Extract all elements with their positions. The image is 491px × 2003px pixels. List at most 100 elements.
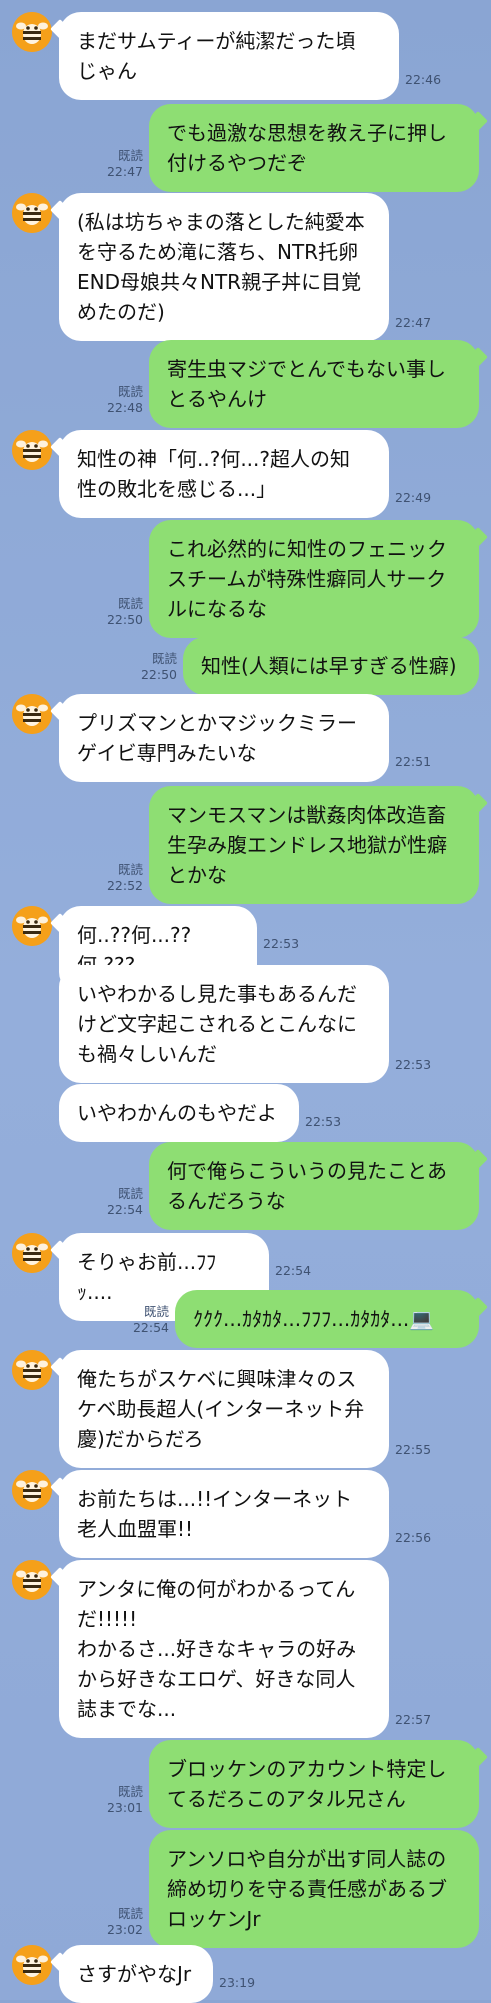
incoming-message: プリズマンとかマジックミラー ゲイビ専門みたいな 22:51	[0, 694, 491, 782]
message-bubble[interactable]: (私は坊ちゃまの落とした純愛本 を守るため滝に落ち、NTR托卵 END母娘共々N…	[50, 193, 389, 341]
outgoing-message: 寄生虫マジでとんでもない事し とるやんけ 既読 22:48	[0, 340, 491, 428]
read-label: 既読	[117, 1906, 143, 1921]
message-bubble[interactable]: アンタに俺の何がわかるってん だ!!!!! わかるさ...好きなキャラの好み か…	[50, 1560, 389, 1738]
message-bubble[interactable]: さすがやなJr	[50, 1945, 213, 2003]
outgoing-message: マンモスマンは獣姦肉体改造畜 生孕み腹エンドレス地獄が性癖 とかな 既読 22:52	[0, 786, 491, 904]
bee-avatar-icon[interactable]	[12, 1233, 52, 1273]
incoming-message: さすがやなJr 23:19	[0, 1945, 491, 2003]
message-text: 何で俺らこういうの見たことあ るんだろうな	[167, 1159, 447, 1213]
message-text: ブロッケンのアカウント特定し てるだろこのアタル兄さん	[167, 1757, 447, 1811]
bubble-tail	[468, 111, 488, 131]
bee-avatar-icon[interactable]	[12, 906, 52, 946]
timestamp: 22:54	[132, 1320, 169, 1335]
message-bubble[interactable]: アンソロや自分が出す同人誌の 締め切りを守る責任感があるブ ロッケンJr	[149, 1830, 479, 1948]
message-bubble[interactable]: いやわかるし見た事もあるんだ けど文字起こされるとこんなに も禍々しいんだ	[59, 965, 389, 1083]
bubble-tail	[468, 1297, 488, 1317]
message-text: でも過激な思想を教え子に押し 付けるやつだぞ	[167, 121, 447, 175]
message-bubble[interactable]: ブロッケンのアカウント特定し てるだろこのアタル兄さん	[149, 1740, 488, 1828]
message-bubble[interactable]: ｸｸｸ...ｶﾀｶﾀ...ﾌﾌﾌ...ｶﾀｶﾀ...💻	[175, 1290, 488, 1348]
bubble-tail	[50, 19, 70, 39]
timestamp: 22:54	[106, 1202, 143, 1217]
bee-avatar-icon[interactable]	[12, 430, 52, 470]
timestamp: 23:01	[106, 1800, 143, 1815]
timestamp: 22:53	[305, 1114, 342, 1129]
message-text: アンソロや自分が出す同人誌の 締め切りを守る責任感があるブ ロッケンJr	[167, 1847, 447, 1931]
timestamp: 22:52	[106, 878, 143, 893]
incoming-message: まだサムティーが純潔だった頃 じゃん 22:46	[0, 12, 491, 100]
incoming-message: いやわかるし見た事もあるんだ けど文字起こされるとこんなに も禍々しいんだ 22:…	[0, 965, 491, 1083]
incoming-message: (私は坊ちゃまの落とした純愛本 を守るため滝に落ち、NTR托卵 END母娘共々N…	[0, 193, 491, 341]
read-receipt: 既読 22:50	[107, 596, 143, 628]
message-text: (私は坊ちゃまの落とした純愛本 を守るため滝に落ち、NTR托卵 END母娘共々N…	[77, 210, 365, 324]
incoming-message: アンタに俺の何がわかるってん だ!!!!! わかるさ...好きなキャラの好み か…	[0, 1560, 491, 1738]
read-receipt: 既読 22:47	[107, 148, 143, 180]
message-bubble[interactable]: まだサムティーが純潔だった頃 じゃん	[50, 12, 399, 100]
read-receipt: 既読 22:48	[107, 384, 143, 416]
bee-avatar-icon[interactable]	[12, 1350, 52, 1390]
timestamp: 22:54	[275, 1263, 312, 1278]
timestamp: 22:50	[140, 667, 177, 682]
message-bubble[interactable]: これ必然的に知性のフェニック スチームが特殊性癖同人サーク ルになるな	[149, 520, 488, 638]
timestamp: 22:46	[405, 72, 442, 87]
timestamp: 22:50	[106, 612, 143, 627]
bubble-tail	[50, 1952, 70, 1972]
message-text: いやわかるし見た事もあるんだ けど文字起こされるとこんなに も禍々しいんだ	[77, 982, 357, 1066]
bubble-tail	[50, 1567, 70, 1587]
incoming-message: そりゃお前...ﾌﾌｯ.... 22:54	[0, 1233, 491, 1321]
outgoing-message: 知性(人類には早すぎる性癖) 既読 22:50	[0, 637, 491, 695]
bubble-tail	[50, 1477, 70, 1497]
read-receipt: 既読 22:50	[141, 651, 177, 683]
timestamp: 22:51	[395, 754, 432, 769]
timestamp: 23:02	[106, 1922, 143, 1937]
message-bubble[interactable]: でも過激な思想を教え子に押し 付けるやつだぞ	[149, 104, 488, 192]
outgoing-message: でも過激な思想を教え子に押し 付けるやつだぞ 既読 22:47	[0, 104, 491, 192]
bubble-tail	[50, 437, 70, 457]
timestamp: 23:19	[219, 1975, 256, 1990]
bubble-tail	[50, 1240, 70, 1260]
message-text: 俺たちがスケベに興味津々のス ケベ助長超人(インターネット弁 慶)だからだろ	[77, 1367, 365, 1451]
outgoing-message: アンソロや自分が出す同人誌の 締め切りを守る責任感があるブ ロッケンJr 既読 23…	[0, 1830, 491, 1948]
outgoing-message: ｸｸｸ...ｶﾀｶﾀ...ﾌﾌﾌ...ｶﾀｶﾀ...💻 既読 22:54	[0, 1290, 491, 1348]
message-text: マンモスマンは獣姦肉体改造畜 生孕み腹エンドレス地獄が性癖 とかな	[167, 803, 447, 887]
message-bubble[interactable]: プリズマンとかマジックミラー ゲイビ専門みたいな	[50, 694, 389, 782]
outgoing-message: これ必然的に知性のフェニック スチームが特殊性癖同人サーク ルになるな 既読 22:…	[0, 520, 491, 638]
bubble-tail	[468, 793, 488, 813]
timestamp: 22:48	[106, 400, 143, 415]
message-bubble[interactable]: 俺たちがスケベに興味津々のス ケベ助長超人(インターネット弁 慶)だからだろ	[50, 1350, 389, 1468]
message-bubble[interactable]: 寄生虫マジでとんでもない事し とるやんけ	[149, 340, 488, 428]
bubble-tail	[50, 913, 70, 933]
bee-avatar-icon[interactable]	[12, 1560, 52, 1600]
bee-avatar-icon[interactable]	[12, 12, 52, 52]
message-text: 知性の神「何..?何...?超人の知 性の敗北を感じる...」	[77, 447, 351, 501]
message-bubble[interactable]: お前たちは...!!インターネット 老人血盟軍!!	[50, 1470, 389, 1558]
incoming-message: お前たちは...!!インターネット 老人血盟軍!! 22:56	[0, 1470, 491, 1558]
bubble-tail	[50, 701, 70, 721]
incoming-message: 何..??何...??何.???22:53	[0, 906, 491, 994]
timestamp: 22:47	[106, 164, 143, 179]
bubble-tail	[50, 1357, 70, 1377]
read-label: 既読	[117, 862, 143, 877]
bee-avatar-icon[interactable]	[12, 694, 52, 734]
message-text: これ必然的に知性のフェニック スチームが特殊性癖同人サーク ルになるな	[167, 537, 447, 621]
message-bubble[interactable]: 知性(人類には早すぎる性癖)	[183, 637, 479, 695]
timestamp: 22:57	[395, 1712, 432, 1727]
read-receipt: 既読 22:52	[107, 862, 143, 894]
message-text: 寄生虫マジでとんでもない事し とるやんけ	[167, 357, 446, 411]
read-label: 既読	[117, 1186, 143, 1201]
bee-avatar-icon[interactable]	[12, 193, 52, 233]
message-text: さすがやなJr	[77, 1962, 192, 1986]
message-text: お前たちは...!!インターネット 老人血盟軍!!	[77, 1487, 353, 1541]
message-text: アンタに俺の何がわかるってん だ!!!!! わかるさ...好きなキャラの好み か…	[77, 1577, 357, 1721]
read-label: 既読	[117, 384, 143, 399]
bubble-tail	[50, 200, 70, 220]
message-bubble[interactable]: 知性の神「何..?何...?超人の知 性の敗北を感じる...」	[50, 430, 389, 518]
read-label: 既読	[117, 596, 143, 611]
timestamp: 22:49	[395, 490, 432, 505]
message-bubble[interactable]: 何で俺らこういうの見たことあ るんだろうな	[149, 1142, 488, 1230]
message-bubble[interactable]: いやわかんのもやだよ	[59, 1084, 299, 1142]
bee-avatar-icon[interactable]	[12, 1945, 52, 1985]
message-bubble[interactable]: マンモスマンは獣姦肉体改造畜 生孕み腹エンドレス地獄が性癖 とかな	[149, 786, 488, 904]
timestamp: 22:53	[395, 1057, 432, 1072]
read-label: 既読	[143, 1304, 169, 1319]
bee-avatar-icon[interactable]	[12, 1470, 52, 1510]
